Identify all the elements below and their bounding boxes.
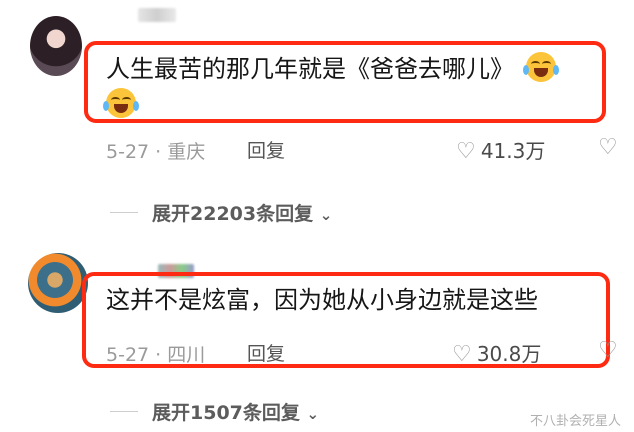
like-count: 30.8万 [476,342,542,366]
comment-location: 重庆 [167,141,206,163]
crying-laughing-emoji-icon [522,52,559,82]
meta-separator: · [149,141,168,163]
like-button[interactable]: ♡ 41.3万 [456,135,545,164]
reply-button[interactable]: 回复 [247,339,285,366]
comment-date: 5-27 [106,344,150,366]
expand-replies-button[interactable]: 展开22203条回复 ⌄ [152,199,332,226]
divider-dash [110,411,138,412]
dislike-broken-heart-icon[interactable]: ♡ [598,135,618,160]
reply-button[interactable]: 回复 [247,136,285,163]
chevron-down-icon: ⌄ [319,206,333,224]
expand-replies-button[interactable]: 展开1507条回复 ⌄ [152,398,319,425]
crying-laughing-emoji-icon [103,88,139,118]
heart-outline-icon: ♡ [456,139,476,164]
meta-separator: · [149,344,168,366]
comment-date: 5-27 [106,141,150,163]
divider-dash [110,212,138,213]
avatar[interactable] [28,253,88,313]
dislike-broken-heart-icon[interactable]: ♡ [598,338,618,363]
heart-outline-icon: ♡ [452,342,472,367]
avatar[interactable] [30,16,82,76]
username-redacted[interactable] [138,8,176,22]
watermark: 不八卦会死星人 [530,414,622,429]
chevron-down-icon: ⌄ [306,405,320,423]
comment-meta: 5-27 · 重庆 [106,137,205,164]
comment-meta: 5-27 · 四川 [106,340,205,367]
expand-replies-label: 展开1507条回复 [152,402,300,424]
comment-text: 人生最苦的那几年就是《爸爸去哪儿》 [106,52,559,85]
like-count: 41.3万 [480,139,546,163]
expand-replies-label: 展开22203条回复 [152,203,314,225]
comment-location: 四川 [167,344,206,366]
like-button[interactable]: ♡ 30.8万 [452,338,541,367]
comment-text-content: 人生最苦的那几年就是《爸爸去哪儿》 [106,55,514,83]
comment-text: 这并不是炫富，因为她从小身边就是这些 [106,286,538,314]
